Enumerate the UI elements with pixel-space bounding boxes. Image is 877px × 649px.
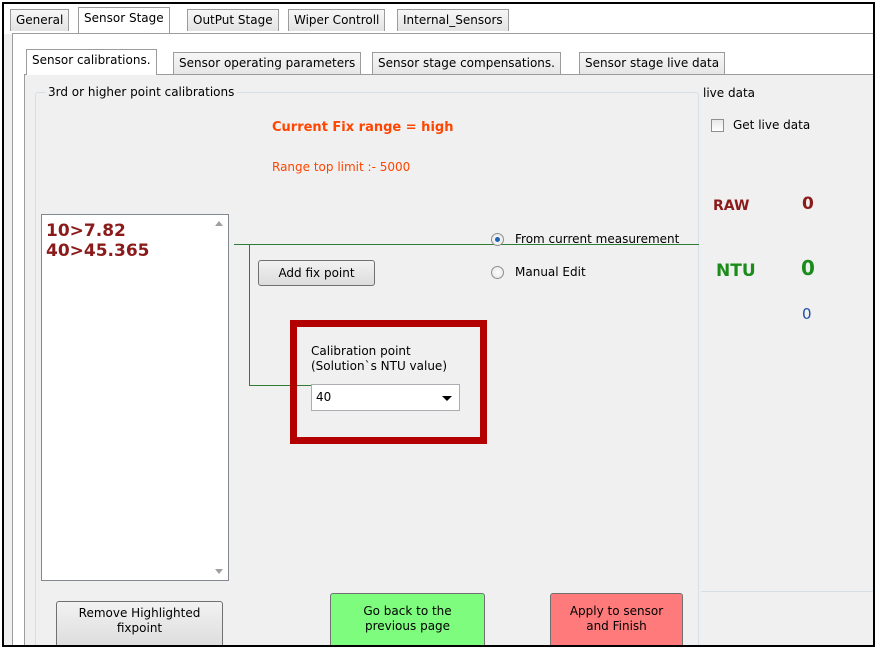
connector-line [249, 244, 250, 386]
scroll-down-arrow-icon[interactable] [215, 569, 223, 574]
radio-manual-edit[interactable] [491, 266, 504, 279]
calibration-group-title: 3rd or higher point calibrations [46, 85, 237, 99]
apply-line2: and Finish [586, 619, 647, 633]
calibration-point-value: 40 [316, 390, 332, 404]
scroll-up-arrow-icon[interactable] [215, 221, 223, 226]
go-back-button[interactable]: Go back to the previous page [330, 593, 485, 645]
fixpoint-listbox[interactable]: 10>7.82 40>45.365 [41, 214, 229, 581]
raw-value: 0 [802, 194, 814, 214]
tab-general[interactable]: General [10, 9, 70, 31]
subtab-live-data[interactable]: Sensor stage live data [579, 52, 726, 74]
subtab-operating-parameters[interactable]: Sensor operating parameters [173, 52, 362, 74]
radio-selected-dot [495, 237, 500, 242]
add-fix-point-button[interactable]: Add fix point [258, 260, 375, 286]
remove-fixpoint-button[interactable]: Remove Highlighted fixpoint [56, 601, 223, 645]
radio-from-current-label: From current measurement [515, 232, 680, 246]
calibration-point-combo[interactable]: 40 [311, 384, 460, 411]
radio-from-current[interactable] [491, 233, 504, 246]
secondary-value: 0 [802, 305, 812, 323]
ntu-value: 0 [801, 256, 815, 280]
chevron-down-icon[interactable] [442, 396, 452, 401]
ntu-label: NTU [716, 261, 756, 281]
listbox-scrollbar[interactable] [211, 215, 228, 580]
panel-divider [701, 591, 873, 592]
live-data-title: live data [703, 86, 755, 100]
range-top-limit-text: Range top limit :- 5000 [272, 160, 411, 174]
raw-label: RAW [713, 198, 750, 214]
live-data-panel [697, 86, 873, 591]
apply-finish-button[interactable]: Apply to sensor and Finish [550, 593, 683, 645]
remove-button-line1: Remove Highlighted [78, 606, 201, 620]
list-item[interactable]: 40>45.365 [42, 241, 228, 261]
tab-output-stage[interactable]: OutPut Stage [187, 9, 279, 31]
calibration-point-sublabel: (Solution`s NTU value) [311, 359, 447, 373]
apply-line1: Apply to sensor [569, 604, 664, 618]
subtab-sensor-calibrations[interactable]: Sensor calibrations. [26, 49, 157, 75]
tab-internal-sensors[interactable]: Internal_Sensors [397, 9, 509, 31]
radio-manual-edit-label: Manual Edit [515, 265, 586, 279]
tab-sensor-stage[interactable]: Sensor Stage [78, 7, 170, 33]
tab-wiper-controll[interactable]: Wiper Controll [288, 9, 386, 31]
list-item[interactable]: 10>7.82 [42, 221, 228, 241]
get-live-data-label: Get live data [733, 118, 811, 132]
subtab-compensations[interactable]: Sensor stage compensations. [372, 52, 561, 74]
go-back-line1: Go back to the [363, 604, 452, 618]
fix-range-text: Current Fix range = high [272, 120, 454, 135]
application-frame: General Sensor Stage OutPut Stage Wiper … [2, 2, 875, 647]
get-live-data-checkbox[interactable] [711, 119, 724, 132]
remove-button-line2: fixpoint [116, 621, 163, 635]
go-back-line2: previous page [364, 619, 451, 633]
calibration-point-label: Calibration point [311, 344, 411, 358]
highlight-box [290, 320, 487, 444]
